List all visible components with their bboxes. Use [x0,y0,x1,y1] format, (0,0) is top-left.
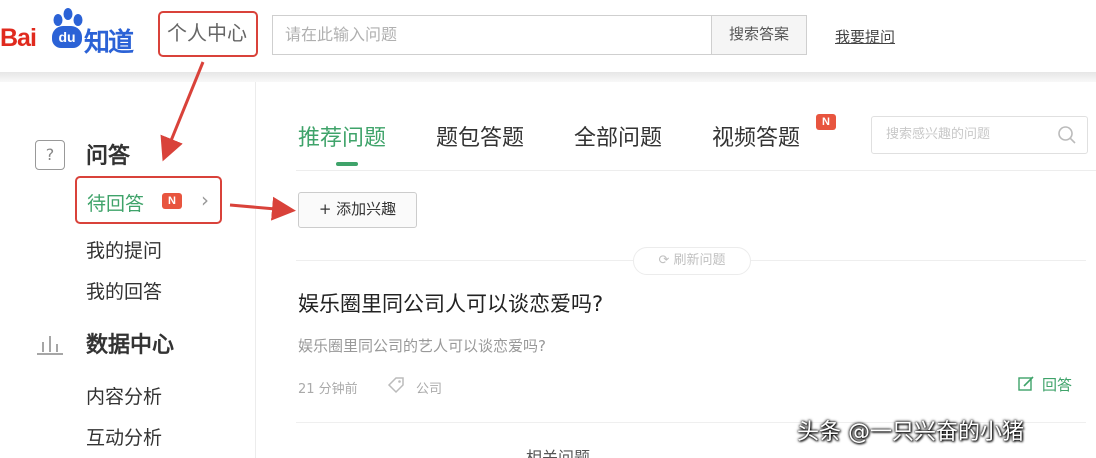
topic-search-input[interactable]: 搜索感兴趣的问题 [871,116,1088,154]
question-description: 娱乐圈里同公司的艺人可以谈恋爱吗? [298,337,546,355]
baidu-zhidao-logo[interactable]: Bai du 知道 [0,8,140,58]
question-time: 21 分钟前 [298,382,358,397]
bar-chart-icon [37,336,63,355]
topic-search-placeholder: 搜索感兴趣的问题 [886,127,991,142]
search-input[interactable]: 请在此输入问题 [272,15,712,55]
ask-question-link[interactable]: 我要提问 [835,26,895,47]
main-content: 推荐问题 题包答题 全部问题 视频答题 N 搜索感兴趣的问题 + 添加兴趣 ⟳ … [256,82,1096,458]
personal-center-link[interactable]: 个人中心 [158,11,258,57]
tab-recommended[interactable]: 推荐问题 [298,120,386,152]
tabs-divider [296,170,1096,171]
sidebar: ? 问答 待回答 N › 我的提问 我的回答 数据中心 内容分析 互动分析 [0,82,256,458]
watermark: 头条 @一只兴奋的小猪 [797,420,1024,445]
header-divider [0,72,1096,82]
refresh-button[interactable]: ⟳ 刷新问题 [633,247,751,275]
tab-all-questions[interactable]: 全部问题 [574,120,662,152]
chevron-right-icon: › [201,188,209,212]
question-title[interactable]: 娱乐圈里同公司人可以谈恋爱吗? [298,288,603,318]
sidebar-section-data: 数据中心 [86,333,175,358]
new-badge: N [816,114,836,130]
logo-zhidao-text: 知道 [84,28,134,58]
question-icon: ? [35,140,65,170]
refresh-label: 刷新问题 [673,253,726,268]
logo-bai-text: Bai [0,24,37,52]
next-section-peek: 相关问题 [526,448,591,458]
search-button[interactable]: 搜索答案 [712,15,807,55]
tag-icon [387,377,404,394]
sidebar-item-content-analysis[interactable]: 内容分析 [86,382,162,409]
sidebar-section-qa: 问答 [86,144,131,169]
question-tag[interactable]: 公司 [416,378,442,397]
new-badge: N [162,193,182,209]
sidebar-item-pending-label: 待回答 [87,193,145,215]
search-icon[interactable] [1057,125,1077,145]
sidebar-item-my-questions[interactable]: 我的提问 [86,236,162,263]
tab-video-answer[interactable]: 视频答题 [712,120,800,152]
add-interest-button[interactable]: + 添加兴趣 [298,192,417,228]
sidebar-item-my-answers[interactable]: 我的回答 [86,277,162,304]
logo-du-text: du [52,26,82,48]
edit-icon [1018,376,1034,391]
sidebar-item-pending[interactable]: 待回答 N › [75,176,222,224]
sidebar-item-interaction-analysis[interactable]: 互动分析 [86,423,162,450]
top-header: Bai du 知道 个人中心 请在此输入问题 搜索答案 我要提问 [0,0,1096,72]
answer-label: 回答 [1042,376,1073,394]
refresh-icon: ⟳ [658,253,674,268]
active-tab-indicator [336,162,358,166]
tab-question-pack[interactable]: 题包答题 [436,120,524,152]
